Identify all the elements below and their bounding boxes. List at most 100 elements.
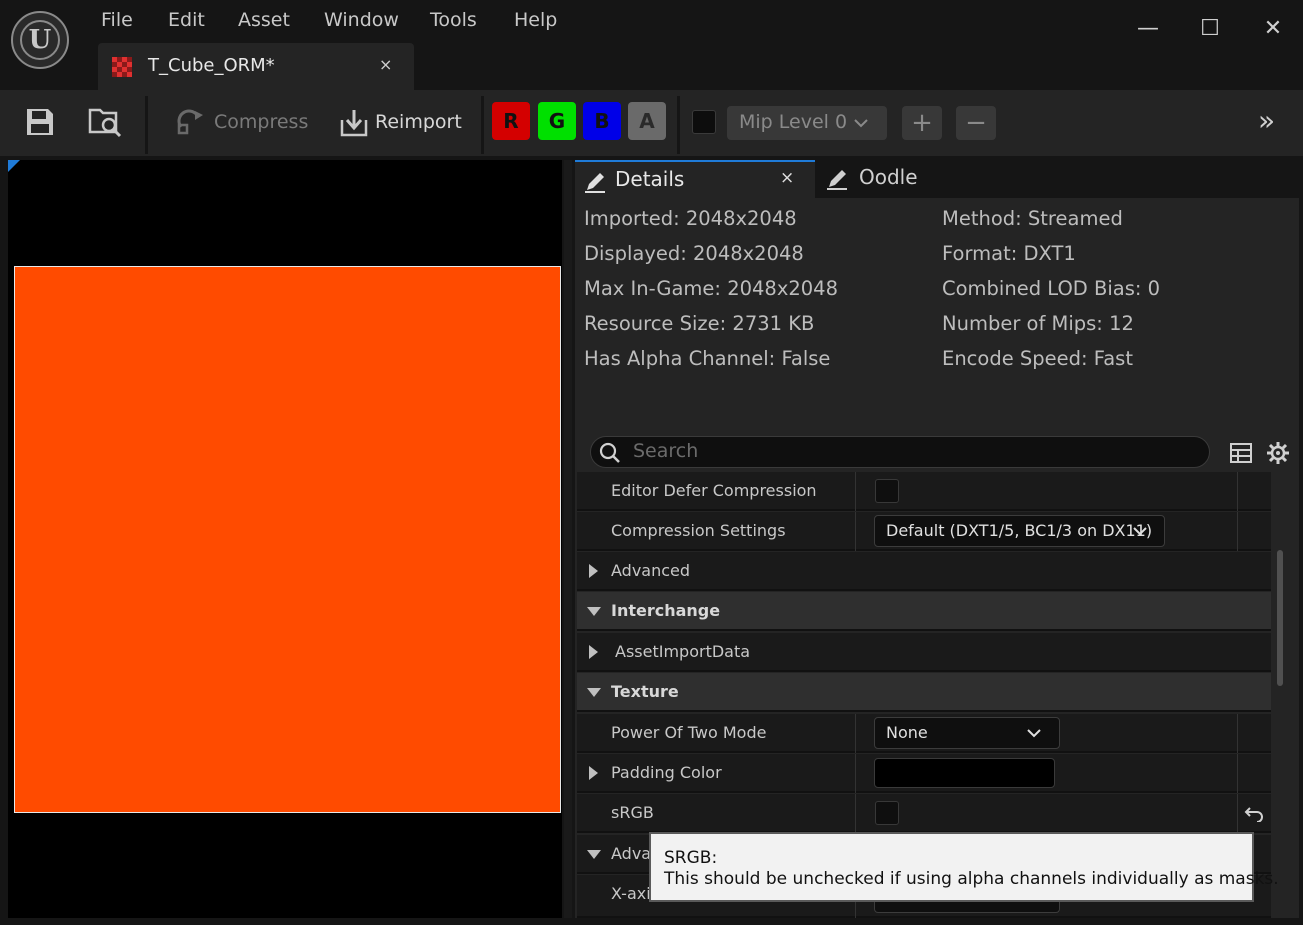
info-format: Format: DXT1	[942, 242, 1076, 265]
chevron-down-icon	[1133, 527, 1147, 536]
close-window-icon[interactable]: ✕	[1260, 16, 1286, 42]
mip-level-dropdown[interactable]: Mip Level 0	[727, 106, 887, 140]
tooltip-title: SRGB:	[664, 848, 718, 868]
row-padding-color: Padding Color	[577, 754, 1271, 793]
expand-arrow-icon[interactable]	[589, 645, 598, 659]
compression-settings-dropdown[interactable]: Default (DXT1/5, BC1/3 on DX11)	[874, 515, 1165, 547]
menu-asset[interactable]: Asset	[238, 8, 290, 32]
column-divider	[1237, 512, 1238, 551]
gear-icon[interactable]	[1266, 441, 1290, 465]
tab-oodle[interactable]: Oodle	[825, 160, 965, 198]
row-label: Compression Settings	[611, 521, 786, 540]
padding-color-swatch[interactable]	[874, 758, 1055, 788]
row-asset-import-data[interactable]: AssetImportData	[577, 633, 1271, 672]
info-resource-size: Resource Size: 2731 KB	[584, 312, 815, 335]
info-encode-speed: Encode Speed: Fast	[942, 347, 1133, 370]
category-texture[interactable]: Texture	[577, 673, 1271, 712]
channel-a-toggle[interactable]: A	[628, 102, 666, 140]
channel-b-toggle[interactable]: B	[583, 102, 621, 140]
table-view-icon[interactable]	[1230, 442, 1252, 464]
toolbar-separator	[677, 96, 680, 154]
srgb-checkbox[interactable]	[875, 801, 899, 825]
column-divider	[855, 754, 856, 793]
tab-details-close-icon[interactable]: ×	[780, 168, 794, 188]
unreal-logo-glyph: U	[20, 20, 60, 60]
compress-icon	[177, 109, 203, 135]
row-label: Padding Color	[611, 763, 722, 782]
browse-to-asset-icon[interactable]	[88, 106, 124, 138]
details-panel: Details × Oodle Imported: 2048x2048 Disp…	[575, 160, 1299, 918]
document-tab-close-icon[interactable]: ×	[379, 55, 392, 74]
minimize-icon[interactable]: —	[1135, 16, 1161, 42]
menu-window[interactable]: Window	[324, 8, 399, 32]
row-label: Advanced	[611, 561, 691, 580]
srgb-tooltip: SRGB: This should be unchecked if using …	[649, 832, 1279, 902]
tab-details[interactable]: Details ×	[575, 160, 815, 200]
channel-g-toggle[interactable]: G	[538, 102, 576, 140]
info-displayed: Displayed: 2048x2048	[584, 242, 804, 265]
mip-decrease-button[interactable]: −	[956, 106, 996, 140]
info-method: Method: Streamed	[942, 207, 1123, 230]
texture-viewport[interactable]	[8, 160, 562, 918]
texture-preview	[14, 266, 561, 813]
column-divider	[855, 714, 856, 753]
collapse-arrow-icon[interactable]	[587, 688, 601, 697]
collapse-arrow-icon[interactable]	[587, 607, 601, 616]
menu-help[interactable]: Help	[514, 8, 557, 32]
column-divider	[1237, 794, 1238, 833]
info-combined-lod-bias: Combined LOD Bias: 0	[942, 277, 1161, 300]
save-icon[interactable]	[25, 107, 55, 137]
column-divider	[1237, 754, 1238, 793]
tooltip-body: This should be unchecked if using alpha …	[664, 869, 1279, 889]
row-label: Editor Defer Compression	[611, 481, 817, 500]
tab-details-label: Details	[615, 167, 685, 191]
column-divider	[855, 472, 856, 511]
info-has-alpha: Has Alpha Channel: False	[584, 347, 831, 370]
row-compression-settings: Compression Settings Default (DXT1/5, BC…	[577, 512, 1271, 551]
document-tab[interactable]: T_Cube_ORM* ×	[98, 43, 414, 90]
panel-splitter[interactable]	[564, 160, 572, 918]
column-divider	[855, 794, 856, 833]
maximize-icon[interactable]: ☐	[1197, 16, 1223, 42]
compress-button[interactable]: Compress	[214, 110, 308, 134]
column-divider	[1237, 472, 1238, 511]
details-scrollbar[interactable]	[1277, 550, 1283, 686]
search-placeholder: Search	[633, 440, 699, 462]
editor-defer-compression-checkbox[interactable]	[875, 479, 899, 503]
toolbar: Compress Reimport R G B A Mip Level 0 + …	[0, 90, 1303, 156]
mip-level-checkbox[interactable]	[692, 110, 716, 134]
collapse-arrow-icon[interactable]	[587, 850, 601, 859]
unreal-logo[interactable]: U	[11, 11, 69, 69]
category-interchange[interactable]: Interchange	[577, 592, 1271, 631]
menu-file[interactable]: File	[101, 8, 133, 32]
info-max-in-game: Max In-Game: 2048x2048	[584, 277, 838, 300]
menu-edit[interactable]: Edit	[168, 8, 205, 32]
toolbar-separator	[145, 96, 148, 154]
reset-to-default-icon[interactable]	[1244, 806, 1264, 822]
search-input[interactable]: Search	[590, 436, 1210, 468]
oodle-pencil-icon	[827, 170, 847, 190]
channel-r-toggle[interactable]: R	[492, 102, 530, 140]
column-divider	[1237, 714, 1238, 753]
row-label: sRGB	[611, 803, 654, 822]
chevron-down-icon	[854, 119, 868, 128]
expand-arrow-icon[interactable]	[589, 766, 598, 780]
compression-settings-value: Default (DXT1/5, BC1/3 on DX11)	[886, 521, 1153, 540]
reimport-icon	[340, 110, 368, 137]
mip-increase-button[interactable]: +	[902, 106, 942, 140]
info-number-of-mips: Number of Mips: 12	[942, 312, 1134, 335]
toolbar-overflow-icon[interactable]: »	[1258, 104, 1275, 137]
row-advanced[interactable]: Advanced	[577, 552, 1271, 591]
expand-arrow-icon[interactable]	[589, 564, 598, 578]
info-imported: Imported: 2048x2048	[584, 207, 797, 230]
texture-asset-icon	[112, 57, 132, 77]
power-of-two-mode-dropdown[interactable]: None	[874, 717, 1060, 749]
menu-tools[interactable]: Tools	[430, 8, 477, 32]
details-pencil-icon	[585, 173, 605, 193]
power-of-two-mode-value: None	[886, 723, 928, 742]
search-icon	[599, 442, 620, 463]
row-editor-defer-compression: Editor Defer Compression	[577, 472, 1271, 511]
tab-oodle-label: Oodle	[859, 165, 918, 189]
document-tab-title: T_Cube_ORM*	[148, 55, 275, 76]
reimport-button[interactable]: Reimport	[375, 110, 462, 134]
